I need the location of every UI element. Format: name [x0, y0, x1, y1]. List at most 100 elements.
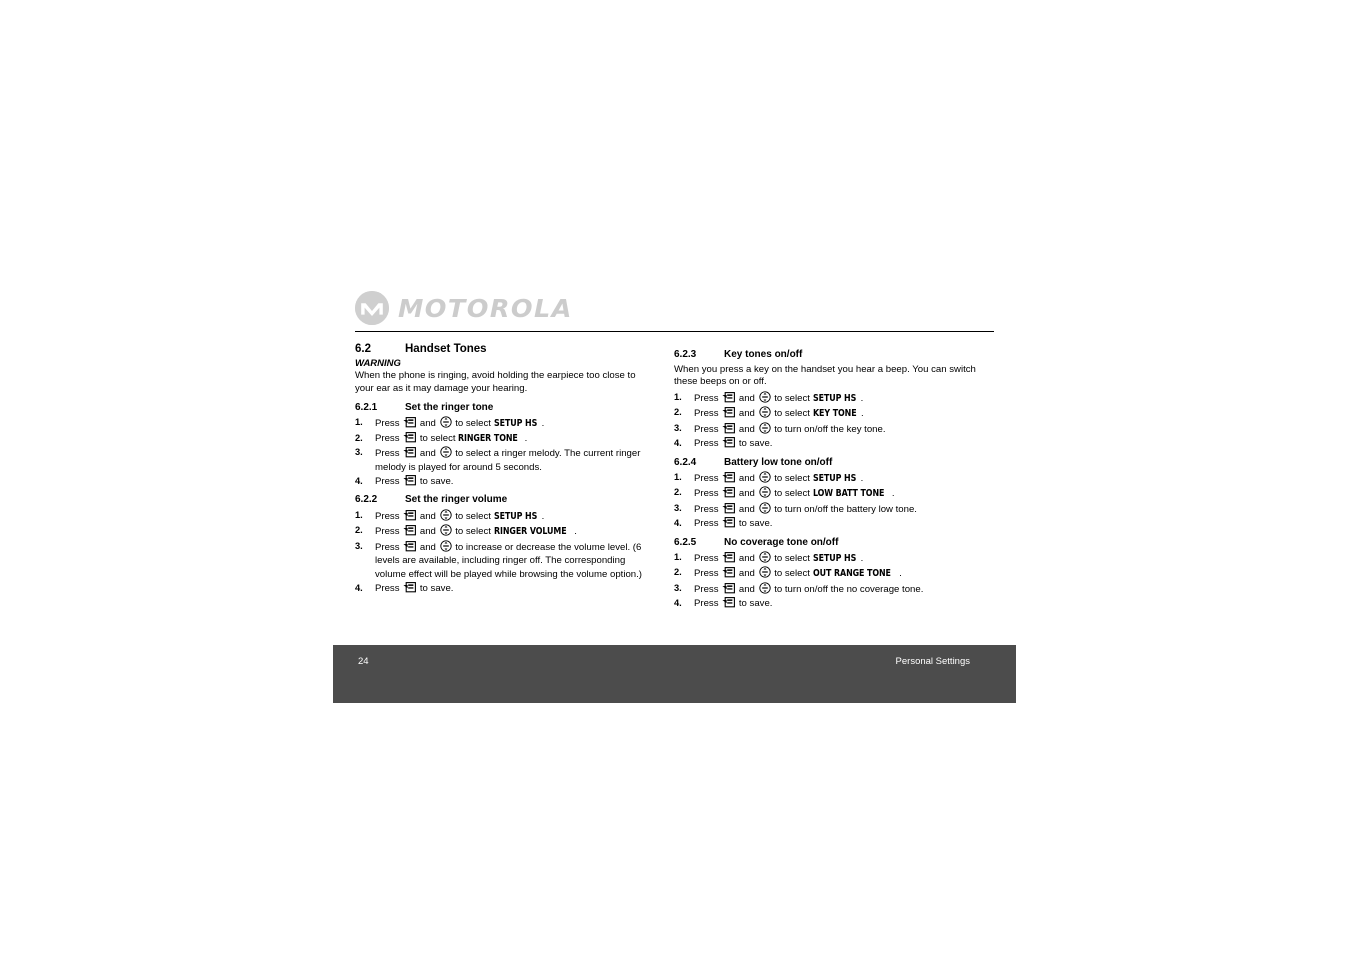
subsection-heading: 6.2.1 Set the ringer tone [355, 402, 655, 415]
menu-key-icon [722, 422, 736, 434]
manual-page: MOTOROLA 6.2 Handset Tones WARNING When … [333, 285, 1016, 703]
handset-display-label: SETUP HS [812, 393, 856, 404]
step-text: Press [694, 473, 722, 485]
menu-key-icon [722, 472, 736, 483]
subsection-heading: 6.2.4 Battery low tone on/off [674, 457, 976, 470]
step-item: 1. Press and to select SETUP HS. [355, 509, 655, 524]
section-title: Handset Tones [405, 343, 487, 355]
nav-updown-key-icon [439, 539, 452, 552]
step-text: . [860, 473, 864, 485]
step-marker: 4. [674, 517, 682, 528]
step-text: . [860, 553, 864, 565]
step-list: 1. Press and to select SETUP HS. 2. Press a… [674, 471, 976, 531]
step-text: to select [771, 408, 813, 420]
subsection-title: No coverage tone on/off [724, 536, 839, 548]
nav-updown-key-icon [758, 502, 771, 514]
section-heading: 6.2 Handset Tones [355, 343, 655, 357]
nav-updown-key-icon [758, 582, 771, 594]
step-item: 1. Press and to select SETUP HS. [674, 551, 976, 566]
step-item: 4. Press to save. [674, 517, 976, 531]
step-item: 3. Press and to increase or decrease the … [355, 539, 655, 582]
left-subsection-list: 6.2.1 Set the ringer tone 1. Press and to s… [355, 402, 655, 596]
step-marker: 4. [355, 475, 363, 486]
step-item: 2. Press and to select OUT RANGE TONE. [674, 566, 976, 581]
menu-key-icon [722, 517, 736, 528]
right-column: 6.2.3 Key tones on/off When you press a ke… [674, 343, 976, 611]
page-header: MOTOROLA [333, 285, 1016, 335]
step-list: 1. Press and to select SETUP HS. 2. Press a… [674, 391, 976, 451]
step-text: . [574, 526, 577, 538]
step-text: Press [694, 568, 722, 580]
nav-updown-key-icon [758, 566, 771, 579]
step-text: . [861, 408, 864, 420]
nav-updown-key-icon [439, 509, 452, 521]
menu-key-icon [722, 597, 736, 608]
handset-display-label: SETUP HS [812, 473, 856, 485]
motorola-wordmark: MOTOROLA [398, 293, 573, 323]
step-text: and [736, 583, 758, 595]
subsection-title: Set the ringer tone [405, 401, 494, 413]
menu-key-icon [403, 525, 417, 536]
step-text: . [891, 488, 895, 500]
step-marker: 1. [355, 417, 363, 428]
step-text: and [417, 510, 439, 522]
step-item: 4. Press to save. [674, 597, 976, 611]
section-number: 6.2 [355, 343, 371, 355]
subsection-number: 6.2.2 [355, 494, 378, 506]
step-text: Press [694, 503, 722, 515]
handset-display-label: SETUP HS [812, 553, 856, 565]
handset-display-label: LOW BATT TONE [812, 488, 884, 500]
nav-updown-key-icon [758, 422, 771, 434]
step-marker: 3. [674, 582, 682, 593]
menu-key-icon [403, 581, 417, 593]
step-item: 3. Press and to select a ringer melody. T… [355, 446, 655, 474]
step-text: and [736, 488, 758, 500]
step-text: to save. [736, 597, 773, 609]
menu-key-icon [722, 436, 736, 448]
step-text: and [417, 418, 439, 430]
handset-display-label: SETUP HS [493, 510, 537, 522]
step-text: and [417, 447, 439, 459]
step-marker: 3. [355, 446, 363, 457]
step-item: 2. Press to select RINGER TONE. [355, 431, 655, 446]
subsection-number: 6.2.4 [674, 456, 697, 468]
step-text: Press [375, 432, 403, 444]
step-item: 3. Press and to turn on/off the no covera… [674, 582, 976, 597]
step-marker: 4. [674, 437, 682, 448]
handset-display-label: RINGER VOLUME [493, 526, 567, 538]
step-text: to save. [417, 582, 454, 594]
nav-updown-key-icon [758, 471, 771, 483]
nav-updown-key-icon [758, 406, 771, 419]
handset-display-label: RINGER TONE [458, 432, 518, 444]
step-text: Press [375, 447, 403, 459]
step-text: Press [694, 597, 722, 609]
nav-updown-key-icon [439, 446, 452, 458]
step-text: to select [771, 553, 813, 565]
menu-key-icon [722, 567, 736, 578]
step-text: to save. [417, 475, 454, 487]
nav-updown-key-icon [758, 551, 771, 563]
step-item: 1. Press and to select SETUP HS. [674, 391, 976, 406]
menu-key-icon [403, 447, 417, 458]
step-text: Press [694, 408, 722, 420]
step-text: Press [694, 583, 722, 595]
step-marker: 1. [355, 509, 363, 520]
chapter-title: Personal Settings [895, 656, 970, 667]
menu-key-icon [403, 431, 417, 443]
step-marker: 1. [674, 472, 682, 483]
step-text: to turn on/off the key tone. [771, 423, 886, 435]
warning-label: WARNING [355, 357, 401, 369]
step-text: Press [694, 488, 722, 500]
step-text: . [860, 393, 864, 404]
step-text: to save. [736, 437, 773, 449]
step-text: to turn on/off the battery low tone. [771, 503, 917, 515]
nav-updown-key-icon [758, 391, 771, 403]
page-footer: 24 Personal Settings [333, 645, 1016, 703]
step-text: Press [375, 475, 403, 487]
right-subsection-list: 6.2.3 Key tones on/off When you press a ke… [674, 349, 976, 611]
menu-key-icon [722, 552, 736, 563]
menu-key-icon [722, 487, 736, 498]
step-text: . [541, 418, 545, 430]
step-list: 1. Press and to select SETUP HS. 2. Press a… [674, 551, 976, 611]
step-marker: 3. [674, 502, 682, 513]
